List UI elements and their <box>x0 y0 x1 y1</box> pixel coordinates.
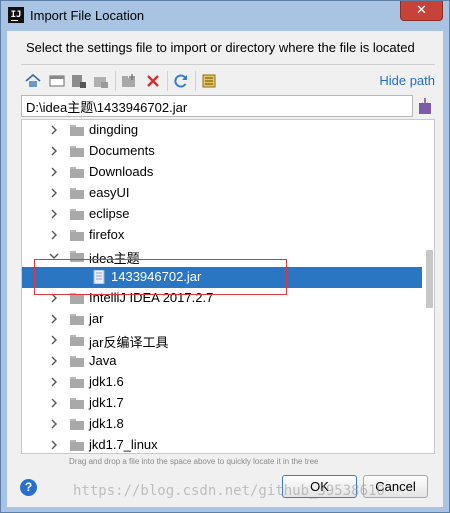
chevron-right-icon[interactable] <box>48 355 60 367</box>
chevron-right-icon[interactable] <box>48 124 60 136</box>
folder-icon <box>70 375 84 389</box>
chevron-right-icon[interactable] <box>48 313 60 325</box>
toolbar-separator <box>167 71 168 91</box>
path-field[interactable] <box>21 95 413 117</box>
tree-item-label: jdk1.8 <box>89 416 124 431</box>
tree-row[interactable]: firefox <box>22 225 422 246</box>
folder-icon <box>70 333 84 347</box>
chevron-right-icon[interactable] <box>48 145 60 157</box>
title-bar[interactable]: IJ Import File Location ✕ <box>1 1 449 31</box>
folder-icon <box>70 228 84 242</box>
tree-row[interactable]: jdk1.6 <box>22 372 422 393</box>
tree-item-label: Downloads <box>89 164 154 179</box>
folder-icon <box>70 354 84 368</box>
tree-item-label: dingding <box>89 122 139 137</box>
tree-item-label: jkd1.7_linux <box>89 437 158 452</box>
import-file-location-dialog: IJ Import File Location ✕ Select the set… <box>0 0 450 513</box>
tree-row[interactable]: Downloads <box>22 162 422 183</box>
project-icon[interactable] <box>69 71 89 91</box>
toolbar-separator <box>195 71 196 91</box>
module-icon[interactable] <box>91 71 111 91</box>
tree-item-label: Documents <box>89 143 155 158</box>
new-folder-icon[interactable] <box>119 71 139 91</box>
tree-row[interactable]: jdk1.8 <box>22 414 422 435</box>
chevron-right-icon[interactable] <box>48 187 60 199</box>
drag-drop-hint: Drag and drop a file into the space abov… <box>69 457 319 466</box>
file-chooser-toolbar: Hide path <box>21 69 435 93</box>
chevron-right-icon[interactable] <box>48 397 60 409</box>
tree-row[interactable]: jdk1.7 <box>22 393 422 414</box>
help-button[interactable]: ? <box>20 479 37 496</box>
close-button[interactable]: ✕ <box>400 1 443 21</box>
chevron-right-icon[interactable] <box>48 439 60 451</box>
tree-scrollbar[interactable] <box>423 120 434 453</box>
folder-icon <box>70 417 84 431</box>
tree-item-label: jdk1.7 <box>89 395 124 410</box>
toolbar-separator <box>115 71 116 91</box>
home-icon[interactable] <box>23 71 43 91</box>
desktop-icon[interactable] <box>47 71 67 91</box>
folder-icon <box>70 312 84 326</box>
tree-item-label: easyUI <box>89 185 130 200</box>
tree-item-label: eclipse <box>89 206 130 221</box>
tree-item-label: jar反编译工具 <box>89 335 169 350</box>
chevron-right-icon[interactable] <box>48 166 60 178</box>
folder-icon <box>70 144 84 158</box>
folder-icon <box>70 396 84 410</box>
show-hidden-icon[interactable] <box>199 71 219 91</box>
tree-row[interactable]: Documents <box>22 141 422 162</box>
refresh-icon[interactable] <box>171 71 191 91</box>
chevron-right-icon[interactable] <box>48 334 60 346</box>
chevron-right-icon[interactable] <box>48 229 60 241</box>
scrollbar-thumb[interactable] <box>426 250 433 308</box>
delete-icon[interactable] <box>143 71 163 91</box>
tree-item-label: jar <box>89 311 104 326</box>
dialog-description: Select the settings file to import or di… <box>26 40 415 55</box>
chevron-right-icon[interactable] <box>48 376 60 388</box>
tree-row[interactable]: dingding <box>22 120 422 141</box>
folder-icon <box>70 165 84 179</box>
divider <box>21 64 435 65</box>
folder-icon <box>70 186 84 200</box>
tree-row[interactable]: eclipse <box>22 204 422 225</box>
folder-icon <box>70 123 84 137</box>
intellij-app-icon: IJ <box>8 7 24 23</box>
tree-item-label: Java <box>89 353 117 368</box>
folder-icon <box>70 207 84 221</box>
tree-row[interactable]: jkd1.7_linux <box>22 435 422 453</box>
hide-path-link[interactable]: Hide path <box>379 73 435 88</box>
tree-row[interactable]: easyUI <box>22 183 422 204</box>
annotation-highlight-box <box>34 259 287 295</box>
folder-icon <box>70 438 84 452</box>
chevron-right-icon[interactable] <box>48 208 60 220</box>
tree-item-label: jdk1.6 <box>89 374 124 389</box>
window-title: Import File Location <box>30 8 145 23</box>
tree-row[interactable]: Java <box>22 351 422 372</box>
tree-item-label: firefox <box>89 227 125 242</box>
tree-row[interactable]: jar <box>22 309 422 330</box>
chevron-right-icon[interactable] <box>48 418 60 430</box>
path-history-icon[interactable] <box>416 95 434 117</box>
watermark: https://blog.csdn.net/github_39538610 <box>73 483 385 499</box>
tree-row[interactable]: jar反编译工具 <box>22 330 422 351</box>
